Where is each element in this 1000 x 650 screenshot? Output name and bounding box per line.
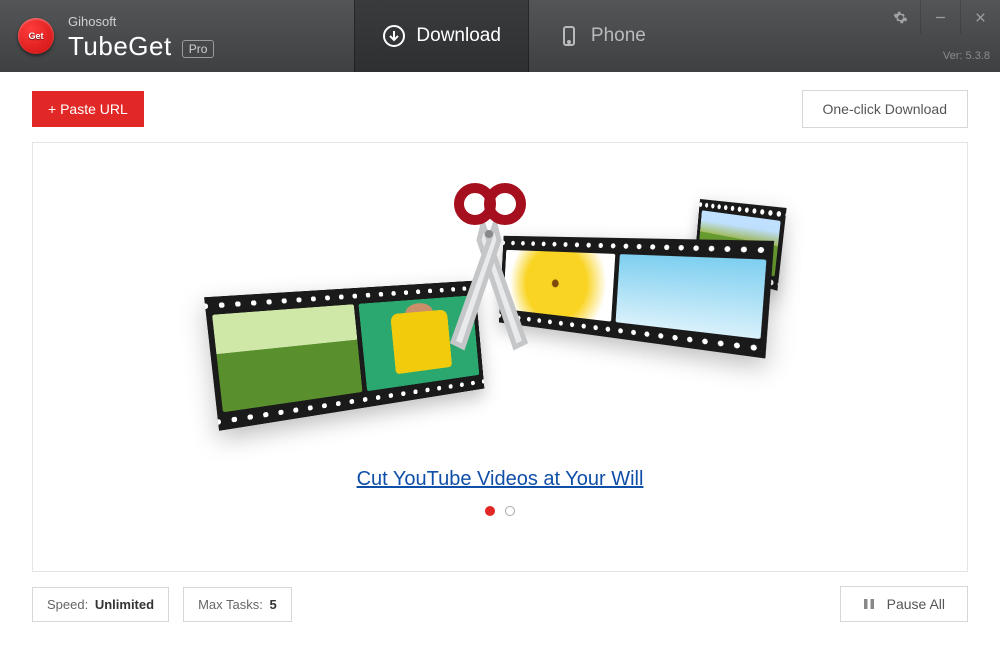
title-bar: Get Gihosoft TubeGet Pro Download Phone <box>0 0 1000 72</box>
promo-illustration <box>230 188 770 443</box>
status-bar: Speed: Unlimited Max Tasks: 5 Pause All <box>0 572 1000 622</box>
tab-download[interactable]: Download <box>354 0 529 72</box>
carousel-dots <box>485 506 515 516</box>
main-tabs: Download Phone <box>354 0 673 72</box>
maxtasks-label: Max Tasks: <box>198 597 263 612</box>
pause-all-button[interactable]: Pause All <box>840 586 968 622</box>
toolbar: + Paste URL One-click Download <box>0 72 1000 142</box>
close-icon <box>973 10 988 25</box>
tab-phone-label: Phone <box>591 25 646 47</box>
phone-icon <box>557 24 581 48</box>
carousel-dot-2[interactable] <box>505 506 515 516</box>
company-label: Gihosoft <box>68 14 214 29</box>
tab-download-label: Download <box>416 25 501 47</box>
max-tasks-setting[interactable]: Max Tasks: 5 <box>183 587 292 622</box>
carousel-dot-1[interactable] <box>485 506 495 516</box>
gear-icon <box>893 10 908 25</box>
one-click-download-button[interactable]: One-click Download <box>802 90 969 128</box>
speed-value: Unlimited <box>95 597 154 612</box>
speed-label: Speed: <box>47 597 88 612</box>
main-panel: Cut YouTube Videos at Your Will <box>32 142 968 572</box>
settings-button[interactable] <box>880 0 920 34</box>
speed-setting[interactable]: Speed: Unlimited <box>32 587 169 622</box>
close-button[interactable] <box>960 0 1000 34</box>
logo-text-top: Get <box>28 31 43 41</box>
scissors-icon <box>435 182 545 357</box>
window-controls <box>880 0 1000 34</box>
brand-block: Get Gihosoft TubeGet Pro <box>0 0 244 72</box>
pause-icon <box>863 598 875 610</box>
promo-link[interactable]: Cut YouTube Videos at Your Will <box>357 468 644 491</box>
tab-phone[interactable]: Phone <box>529 0 674 72</box>
app-logo-icon: Get <box>18 18 54 54</box>
maxtasks-value: 5 <box>269 597 276 612</box>
download-icon <box>382 24 406 48</box>
minimize-icon <box>933 10 948 25</box>
app-row: TubeGet Pro <box>68 31 214 62</box>
minimize-button[interactable] <box>920 0 960 34</box>
brand-text: Gihosoft TubeGet Pro <box>68 10 214 62</box>
pro-badge: Pro <box>182 40 215 58</box>
version-label: Ver: 5.3.8 <box>943 50 990 62</box>
app-name-label: TubeGet <box>68 31 172 62</box>
paste-url-button[interactable]: + Paste URL <box>32 91 144 127</box>
pause-all-label: Pause All <box>887 596 945 612</box>
